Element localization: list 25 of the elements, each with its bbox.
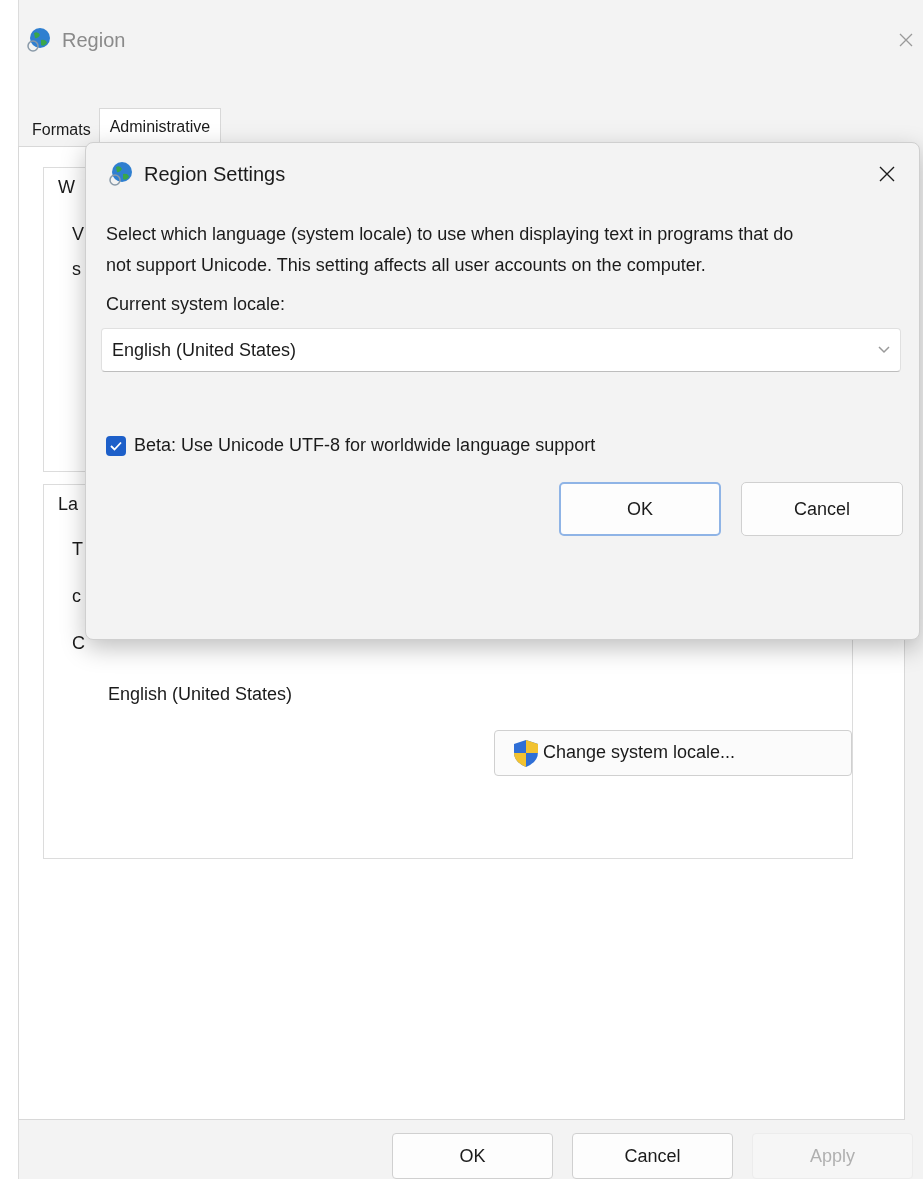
text-fragment: T [72, 537, 83, 561]
dialog-button[interactable]: Cancel [572, 1133, 733, 1179]
text-fragment: s [72, 257, 81, 281]
locale-dropdown[interactable]: English (United States) [101, 328, 901, 372]
text-fragment: c [72, 584, 81, 608]
utf8-checkbox[interactable]: Beta: Use Unicode UTF-8 for worldwide language support [106, 432, 596, 459]
dialog-button[interactable]: Cancel [741, 482, 903, 536]
dialog-button[interactable]: OK [392, 1133, 553, 1179]
language-value: English (United States) [108, 682, 293, 706]
group-label: La [58, 492, 79, 516]
close-icon[interactable] [879, 166, 895, 182]
text-fragment: C [72, 631, 85, 655]
globe-icon [108, 161, 134, 187]
checkbox-icon[interactable] [106, 435, 126, 456]
change-locale-button[interactable]: Change system locale... [494, 729, 852, 776]
text-fragment: V [72, 222, 84, 246]
chevron-down-icon [878, 346, 890, 354]
globe-icon [26, 26, 52, 53]
window-title: Region [62, 27, 126, 53]
dialog-title: Region Settings [144, 162, 286, 187]
group-label: W [58, 175, 75, 199]
locale-label: Current system locale: [106, 293, 286, 316]
shield-icon [511, 737, 541, 768]
dialog-button[interactable]: OK [559, 482, 721, 536]
description-text: Select which language (system locale) to use when displaying text in programs that do not support Unicode. This setting affects all user accounts on the computer. [106, 223, 795, 277]
